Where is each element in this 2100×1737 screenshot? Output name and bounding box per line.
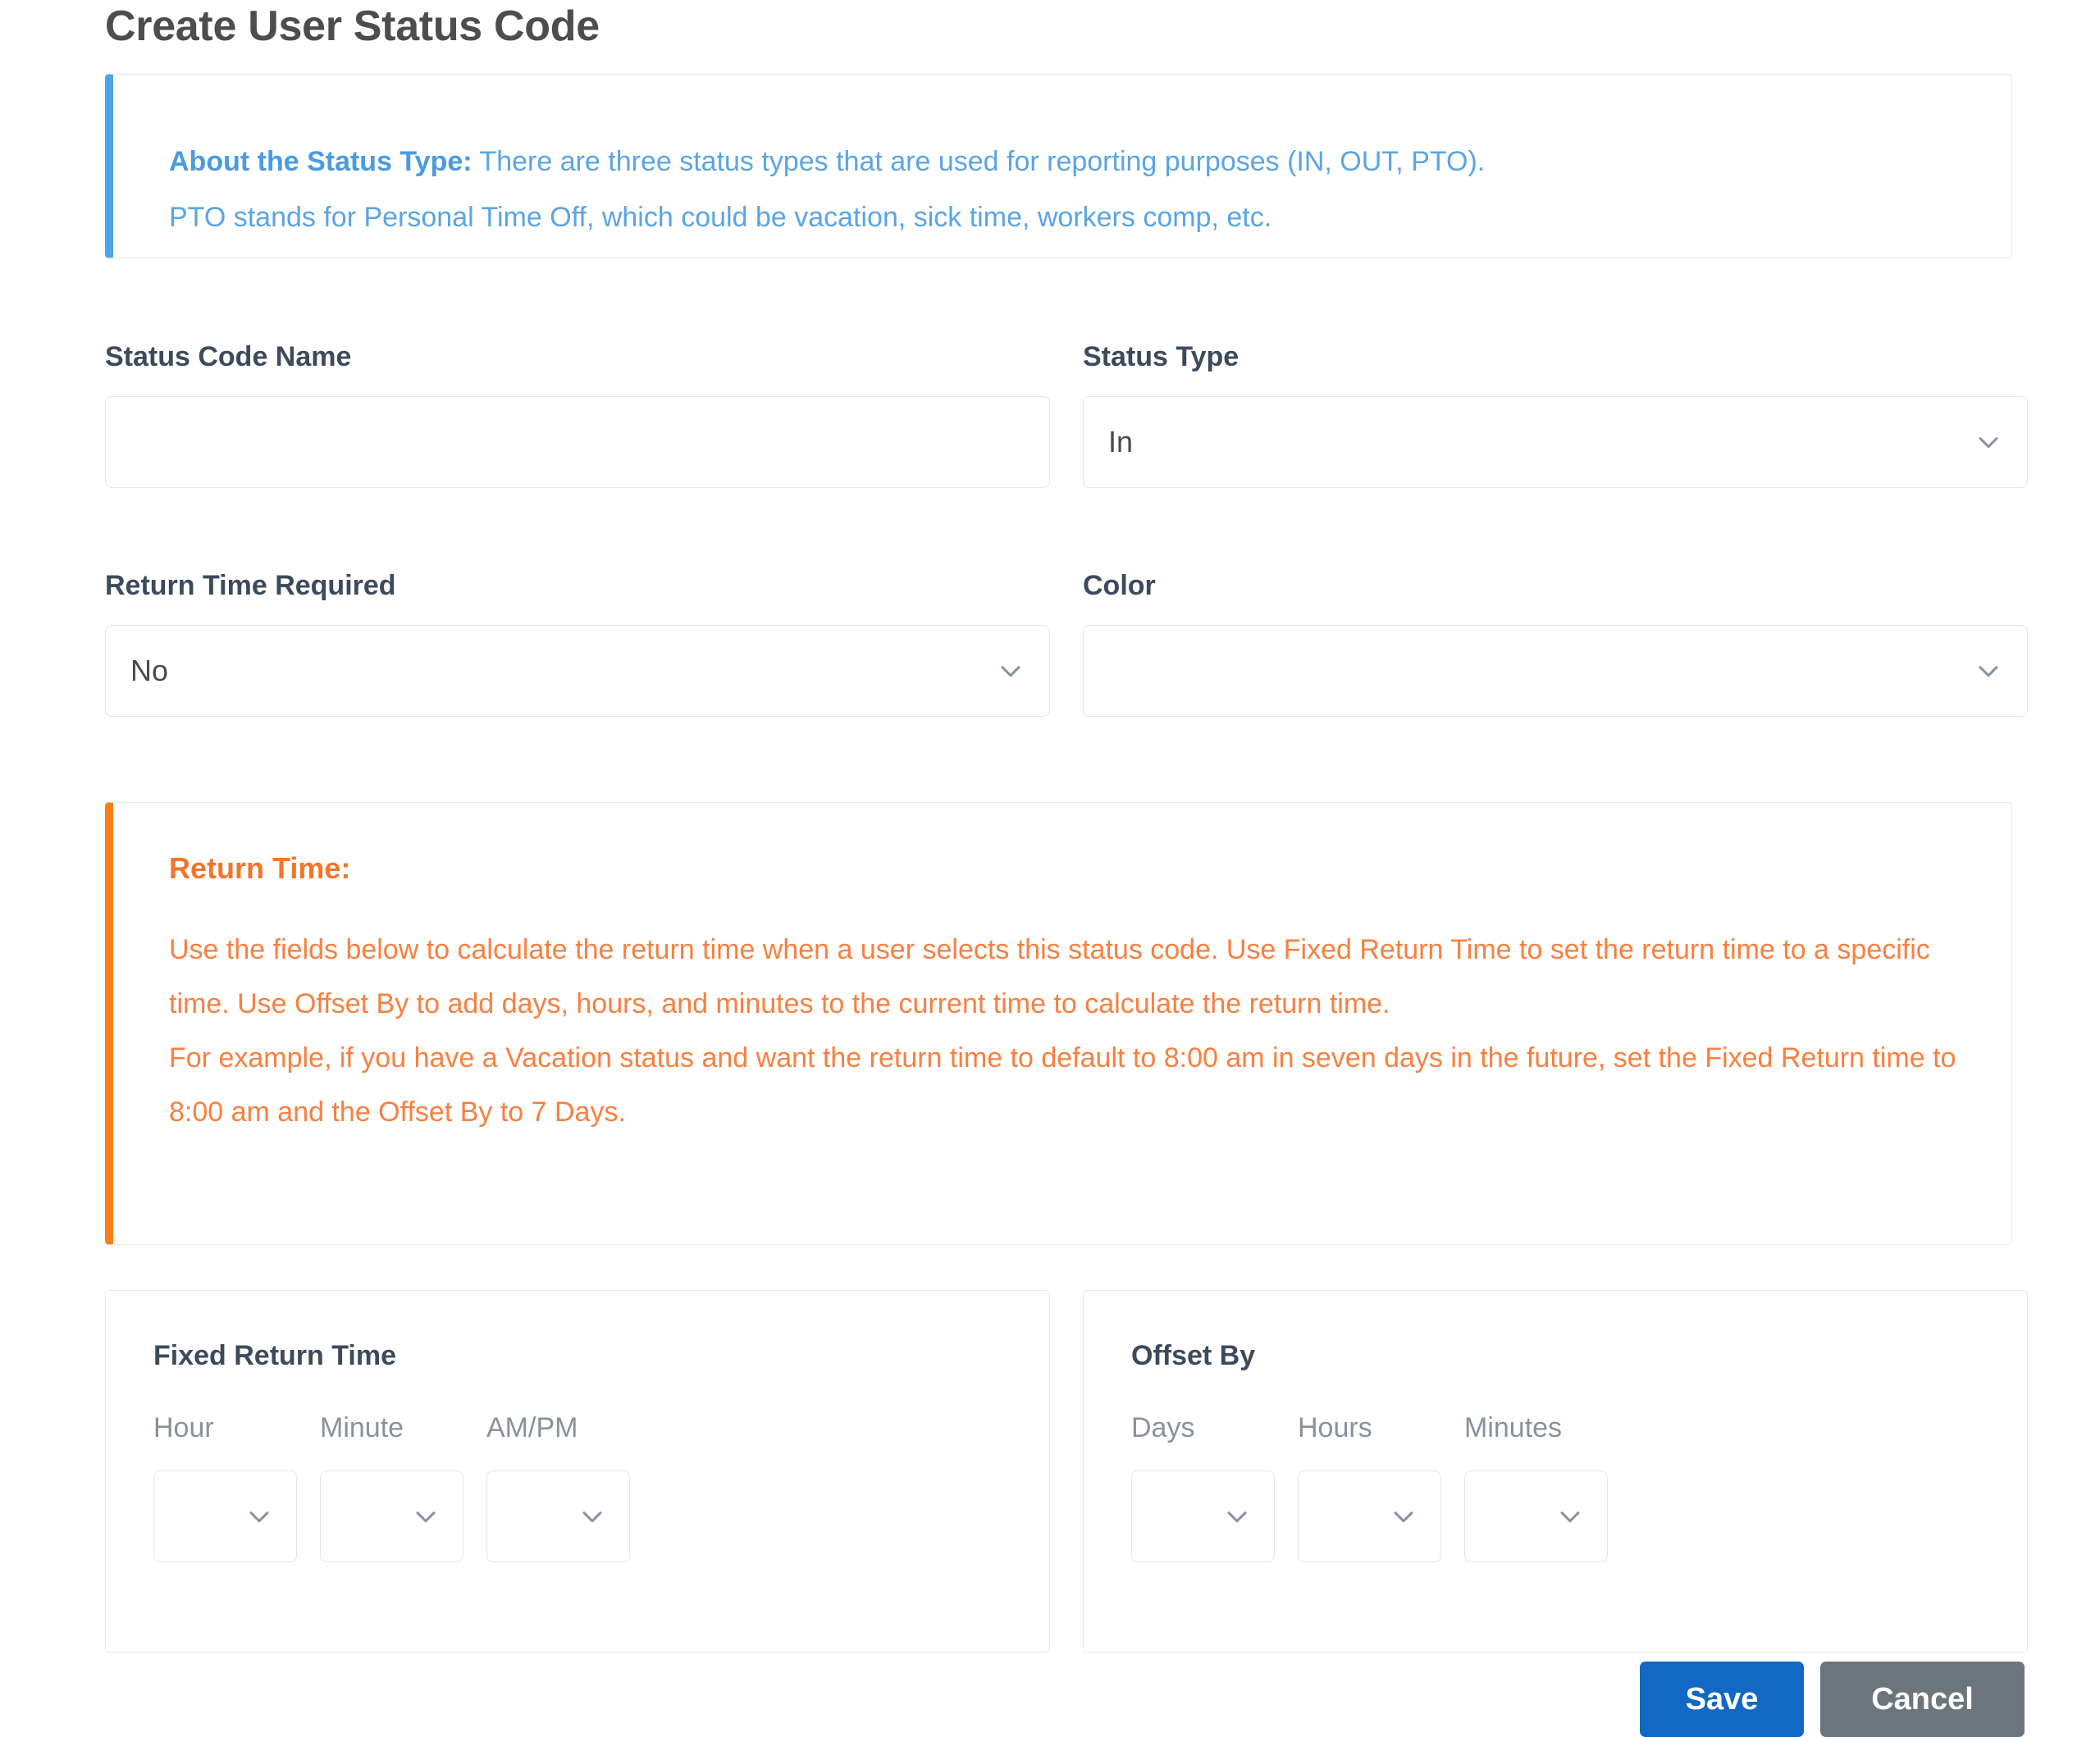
fixed-return-time-card: Fixed Return Time Hour Minute AM/PM (105, 1290, 1050, 1653)
return-time-warning-callout: Return Time: Use the fields below to cal… (105, 802, 2012, 1245)
status-type-info-rest: There are three status types that are us… (472, 146, 1486, 177)
status-code-name-label: Status Code Name (105, 341, 352, 372)
status-code-name-input[interactable] (105, 396, 1050, 488)
status-type-info-line-2: PTO stands for Personal Time Off, which … (169, 202, 1272, 233)
chevron-down-icon (1556, 1502, 1584, 1530)
status-type-value: In (1108, 425, 1134, 458)
status-type-select[interactable]: In (1083, 396, 2028, 488)
minute-label: Minute (320, 1412, 404, 1443)
create-user-status-code-page: Create User Status Code About the Status… (0, 0, 2100, 1737)
hour-label: Hour (153, 1412, 214, 1443)
field-hour: Hour (153, 1414, 297, 1562)
field-color: Color (1083, 572, 2028, 717)
return-time-required-value: No (130, 654, 169, 687)
color-select[interactable] (1083, 625, 2028, 717)
ampm-label: AM/PM (486, 1412, 578, 1443)
status-type-info-callout: About the Status Type: There are three s… (105, 74, 2012, 258)
status-type-info-lead: About the Status Type: (169, 146, 472, 177)
field-return-time-required: Return Time Required No (105, 572, 1050, 717)
offset-by-fields: Days Hours Minutes (1131, 1414, 1608, 1562)
field-status-type: Status Type In (1083, 343, 2028, 488)
chevron-down-icon (1390, 1502, 1418, 1530)
days-label: Days (1131, 1412, 1195, 1443)
hours-select[interactable] (1298, 1470, 1441, 1562)
page-title: Create User Status Code (105, 2, 600, 50)
chevron-down-icon (412, 1502, 440, 1530)
field-ampm: AM/PM (486, 1414, 630, 1562)
days-select[interactable] (1131, 1470, 1275, 1562)
save-button[interactable]: Save (1640, 1662, 1804, 1737)
return-time-warning-title: Return Time: (169, 851, 351, 885)
chevron-down-icon (997, 657, 1025, 685)
minutes-select[interactable] (1464, 1470, 1608, 1562)
fixed-return-time-title: Fixed Return Time (153, 1340, 396, 1371)
return-time-required-label: Return Time Required (105, 570, 396, 601)
chevron-down-icon (1974, 657, 2002, 685)
chevron-down-icon (1974, 428, 2002, 456)
color-label: Color (1083, 570, 1156, 601)
field-days: Days (1131, 1414, 1275, 1562)
ampm-select[interactable] (486, 1470, 630, 1562)
offset-by-card: Offset By Days Hours Minutes (1083, 1290, 2028, 1653)
field-status-code-name: Status Code Name (105, 343, 1050, 488)
offset-by-title: Offset By (1131, 1340, 1256, 1371)
cancel-button[interactable]: Cancel (1820, 1662, 2025, 1737)
hour-select[interactable] (153, 1470, 297, 1562)
return-time-warning-paragraph-2: For example, if you have a Vacation stat… (169, 1042, 1956, 1128)
minute-select[interactable] (320, 1470, 463, 1562)
fixed-return-time-fields: Hour Minute AM/PM (153, 1414, 630, 1562)
return-time-warning-paragraph-1: Use the fields below to calculate the re… (169, 934, 1930, 1019)
hours-label: Hours (1298, 1412, 1372, 1443)
field-hours: Hours (1298, 1414, 1441, 1562)
status-type-info-line-1: About the Status Type: There are three s… (169, 134, 1965, 189)
status-type-label: Status Type (1083, 341, 1239, 372)
minutes-label: Minutes (1464, 1412, 1563, 1443)
chevron-down-icon (578, 1502, 606, 1530)
return-time-required-select[interactable]: No (105, 625, 1050, 717)
field-minutes: Minutes (1464, 1414, 1608, 1562)
chevron-down-icon (1223, 1502, 1251, 1530)
chevron-down-icon (245, 1502, 273, 1530)
field-minute: Minute (320, 1414, 463, 1562)
